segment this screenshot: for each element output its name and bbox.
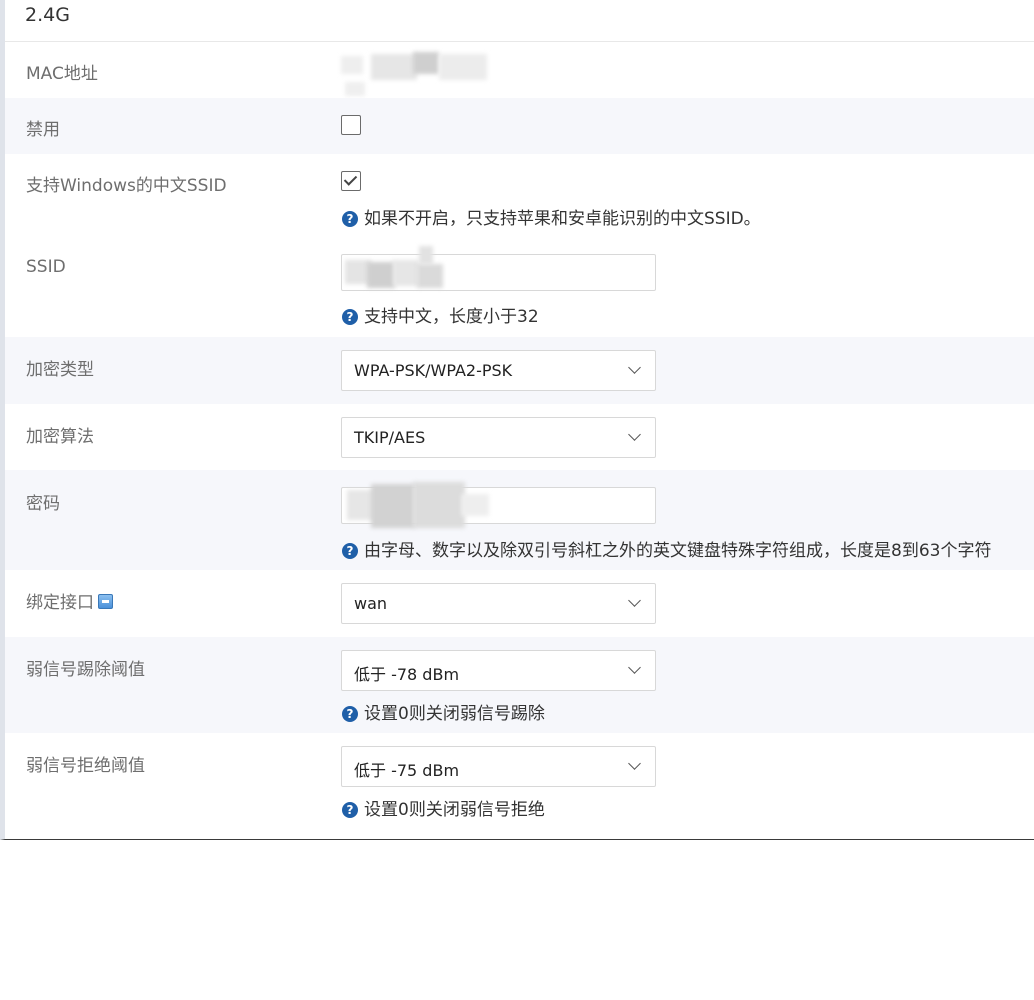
password-hint-text: 由字母、数字以及除双引号斜杠之外的英文键盘特殊字符组成，长度是8到63个字符 <box>364 541 992 561</box>
bind-interface-label: 绑定接口 <box>26 588 113 613</box>
chevron-down-icon <box>628 594 641 607</box>
row-ssid: SSID ? 支持中文，长度小于32 <box>5 238 1034 337</box>
encryption-type-value: WPA-PSK/WPA2-PSK <box>354 361 513 380</box>
encryption-algorithm-select[interactable]: TKIP/AES <box>341 417 656 458</box>
encryption-type-select[interactable]: WPA-PSK/WPA2-PSK <box>341 350 656 391</box>
wifi-24g-settings-panel: 2.4G MAC地址 禁用 支持Windows的中文SSID ? 如果不开启，只支… <box>0 0 1034 840</box>
windows-ssid-checkbox[interactable] <box>341 171 361 191</box>
row-windows-ssid: 支持Windows的中文SSID ? 如果不开启，只支持苹果和安卓能识别的中文SS… <box>5 154 1034 238</box>
bind-interface-select[interactable]: wan <box>341 583 656 624</box>
password-label: 密码 <box>26 494 60 514</box>
port-icon[interactable] <box>98 594 113 609</box>
row-encryption-algorithm: 加密算法 TKIP/AES <box>5 404 1034 470</box>
weak-kick-value: 低于 -78 dBm <box>354 665 460 684</box>
row-disable: 禁用 <box>5 98 1034 154</box>
bind-interface-value: wan <box>354 594 388 613</box>
windows-ssid-hint-text: 如果不开启，只支持苹果和安卓能识别的中文SSID。 <box>364 209 761 229</box>
weak-kick-label: 弱信号踢除阈值 <box>26 660 145 680</box>
password-hint: ? 由字母、数字以及除双引号斜杠之外的英文键盘特殊字符组成，长度是8到63个字符 <box>342 536 991 561</box>
row-weak-kick: 弱信号踢除阈值 低于 -78 dBm ? 设置0则关闭弱信号踢除 <box>5 637 1034 733</box>
bind-interface-label-text: 绑定接口 <box>26 593 94 613</box>
chevron-down-icon <box>628 757 641 770</box>
weak-reject-hint: ? 设置0则关闭弱信号拒绝 <box>342 795 545 820</box>
weak-reject-label: 弱信号拒绝阈值 <box>26 756 145 776</box>
chevron-down-icon <box>628 428 641 441</box>
chevron-down-icon <box>628 361 641 374</box>
weak-kick-select[interactable]: 低于 -78 dBm <box>341 650 656 691</box>
windows-ssid-hint: ? 如果不开启，只支持苹果和安卓能识别的中文SSID。 <box>342 204 761 229</box>
row-bind-interface: 绑定接口 wan <box>5 570 1034 637</box>
weak-kick-hint-text: 设置0则关闭弱信号踢除 <box>364 704 545 724</box>
weak-reject-value: 低于 -75 dBm <box>354 761 460 780</box>
section-header: 2.4G <box>5 0 1034 42</box>
weak-reject-select[interactable]: 低于 -75 dBm <box>341 746 656 787</box>
question-circle-icon: ? <box>342 802 358 818</box>
mac-label: MAC地址 <box>26 64 98 84</box>
row-mac: MAC地址 <box>5 42 1034 98</box>
encryption-algorithm-label: 加密算法 <box>26 427 94 447</box>
ssid-hint-text: 支持中文，长度小于32 <box>364 307 539 327</box>
ssid-label: SSID <box>26 257 66 277</box>
section-title: 2.4G <box>25 4 70 26</box>
disable-checkbox[interactable] <box>341 115 361 135</box>
row-encryption-type: 加密类型 WPA-PSK/WPA2-PSK <box>5 337 1034 404</box>
encryption-type-label: 加密类型 <box>26 360 94 380</box>
row-weak-reject: 弱信号拒绝阈值 低于 -75 dBm ? 设置0则关闭弱信号拒绝 <box>5 733 1034 839</box>
question-circle-icon: ? <box>342 211 358 227</box>
ssid-hint: ? 支持中文，长度小于32 <box>342 302 539 327</box>
weak-kick-hint: ? 设置0则关闭弱信号踢除 <box>342 699 545 724</box>
row-password: 密码 ? 由字母、数字以及除双引号斜杠之外的英文键盘特殊字符组成，长度是8到63个… <box>5 470 1034 570</box>
question-circle-icon: ? <box>342 309 358 325</box>
disable-label: 禁用 <box>26 120 60 140</box>
question-circle-icon: ? <box>342 543 358 559</box>
encryption-algorithm-value: TKIP/AES <box>354 428 426 447</box>
windows-ssid-label: 支持Windows的中文SSID <box>26 176 227 196</box>
chevron-down-icon <box>628 661 641 674</box>
question-circle-icon: ? <box>342 706 358 722</box>
weak-reject-hint-text: 设置0则关闭弱信号拒绝 <box>364 800 545 820</box>
